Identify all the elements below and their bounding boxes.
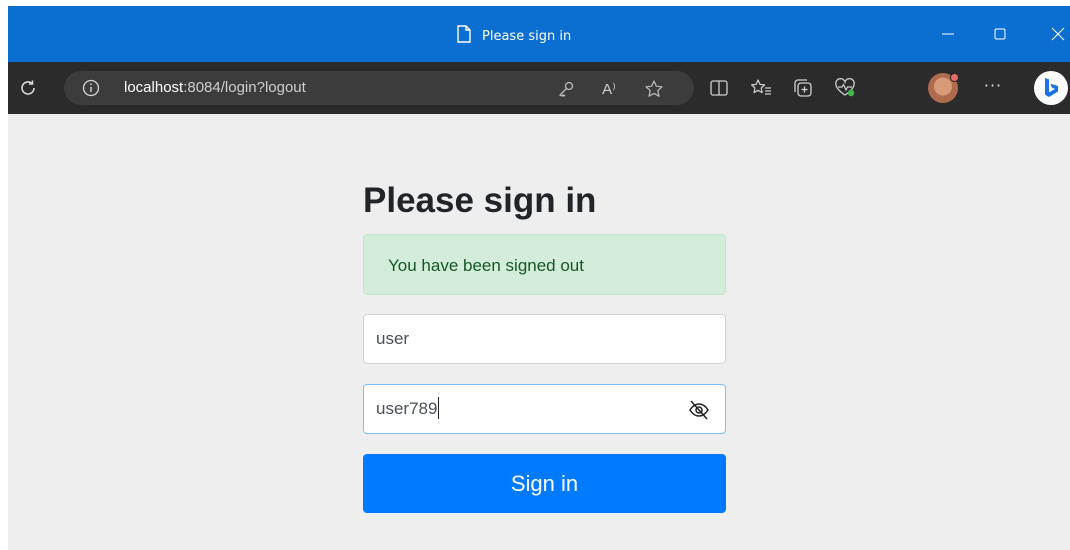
minimize-button[interactable] [936, 22, 960, 46]
address-bar[interactable]: localhost:8084/login?logout A⁾ [64, 71, 694, 105]
refresh-button[interactable] [16, 76, 40, 100]
favorite-star-icon[interactable] [644, 79, 664, 99]
info-icon[interactable] [82, 79, 100, 97]
copilot-icon[interactable] [1034, 71, 1068, 105]
browser-toolbar: localhost:8084/login?logout A⁾ ··· [8, 62, 1070, 114]
username-input[interactable]: user [363, 314, 726, 364]
minimize-icon [942, 33, 954, 35]
split-screen-icon[interactable] [708, 77, 730, 99]
refresh-icon [21, 80, 35, 95]
url-host: localhost [124, 79, 184, 96]
browser-essentials-icon[interactable] [834, 77, 856, 99]
url-text[interactable]: localhost:8084/login?logout [124, 79, 306, 96]
read-aloud-icon[interactable]: A⁾ [599, 79, 619, 99]
url-path: :8084/login?logout [183, 79, 306, 96]
page-heading: Please sign in [363, 181, 597, 220]
password-value: user789 [376, 399, 438, 418]
more-icon[interactable]: ··· [980, 76, 1006, 98]
maximize-button[interactable] [988, 22, 1012, 46]
login-form: Please sign in You have been signed out … [363, 176, 726, 513]
window-title-group: Please sign in [456, 25, 571, 47]
notification-dot [950, 73, 959, 82]
hide-password-icon[interactable] [687, 398, 711, 422]
favorites-icon[interactable] [750, 77, 772, 99]
key-icon[interactable] [556, 79, 576, 99]
page-content: Please sign in You have been signed out … [8, 114, 1070, 550]
text-caret [438, 397, 440, 419]
signed-out-alert: You have been signed out [363, 234, 726, 295]
profile-avatar[interactable] [928, 73, 959, 103]
window-title: Please sign in [482, 28, 572, 44]
collections-icon[interactable] [792, 77, 814, 99]
title-bar: Please sign in [8, 6, 1070, 62]
close-button[interactable] [1046, 22, 1070, 46]
password-input[interactable]: user789 [363, 384, 726, 434]
sign-in-button[interactable]: Sign in [363, 454, 726, 513]
browser-window: Please sign in localhost:8084/login?logo… [8, 6, 1070, 550]
close-icon [1051, 27, 1065, 41]
page-icon [456, 25, 472, 47]
maximize-icon [994, 28, 1006, 40]
